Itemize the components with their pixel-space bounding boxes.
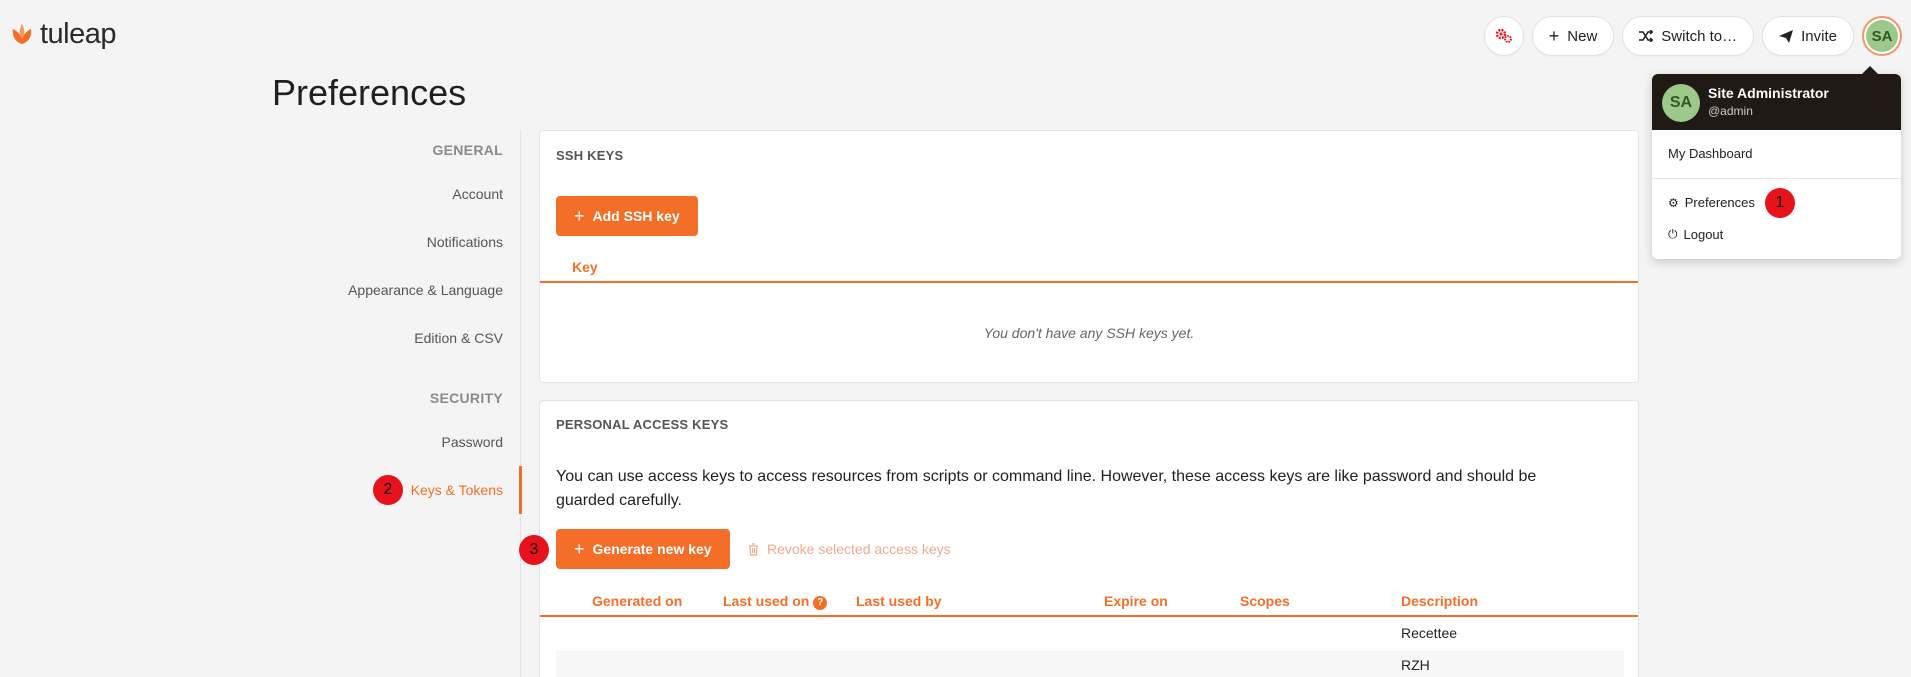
- plus-icon: +: [574, 539, 585, 559]
- gears-icon: [1495, 28, 1512, 43]
- site-admin-button[interactable]: [1483, 16, 1524, 56]
- sidebar-divider: [520, 130, 521, 677]
- dropdown-avatar: SA: [1662, 84, 1700, 122]
- add-ssh-key-label: Add SSH key: [592, 208, 680, 224]
- ssh-keys-table-header: Key: [540, 253, 1638, 283]
- column-last-used-on-label: Last used on: [723, 593, 810, 609]
- generate-new-key-button[interactable]: + Generate new key: [556, 529, 730, 569]
- switch-to-button[interactable]: Switch to…: [1622, 16, 1755, 56]
- sidebar-item-notifications[interactable]: Notifications: [427, 234, 503, 250]
- user-menu-button[interactable]: SA: [1862, 16, 1902, 56]
- plus-icon: +: [1548, 26, 1560, 46]
- help-icon[interactable]: ?: [813, 596, 828, 610]
- table-row-description: RZH: [1401, 657, 1430, 673]
- access-keys-table-header: Generated on Last used on? Last used by …: [540, 587, 1638, 617]
- user-login: @admin: [1708, 104, 1753, 118]
- menu-divider: [1652, 178, 1901, 179]
- table-row-description: Recettee: [1401, 625, 1458, 641]
- new-label: New: [1567, 27, 1598, 45]
- tuleap-logo[interactable]: tuleap: [10, 16, 117, 52]
- ssh-keys-title: SSH KEYS: [556, 148, 624, 163]
- annotation-marker-3: 3: [519, 535, 549, 565]
- invite-button[interactable]: Invite: [1762, 16, 1854, 56]
- column-generated-on: Generated on: [592, 593, 683, 609]
- switch-to-label: Switch to…: [1661, 27, 1738, 45]
- column-scopes: Scopes: [1240, 593, 1290, 609]
- sidebar-item-account[interactable]: Account: [452, 186, 503, 202]
- logout-label: Logout: [1683, 227, 1724, 242]
- avatar: SA: [1866, 20, 1898, 52]
- sidebar-item-keys-tokens[interactable]: Keys & Tokens: [411, 482, 503, 498]
- gear-icon: ⚙: [1668, 195, 1679, 210]
- power-icon: ⏻: [1668, 227, 1678, 241]
- column-last-used-on: Last used on?: [723, 593, 828, 610]
- column-expire-on: Expire on: [1104, 593, 1168, 609]
- page-title: Preferences: [272, 72, 467, 113]
- my-dashboard-label: My Dashboard: [1668, 146, 1753, 161]
- menu-item-preferences[interactable]: ⚙ Preferences: [1668, 195, 1755, 210]
- sidebar-heading-general: GENERAL: [432, 142, 503, 158]
- table-row-striped: [556, 651, 1624, 677]
- user-dropdown-menu: SA Site Administrator @admin My Dashboar…: [1652, 66, 1901, 259]
- column-description: Description: [1401, 593, 1479, 609]
- personal-access-keys-card: PERSONAL ACCESS KEYS You can use access …: [539, 400, 1639, 677]
- invite-label: Invite: [1801, 27, 1837, 45]
- user-dropdown-header: SA Site Administrator @admin: [1652, 74, 1901, 130]
- paper-plane-icon: [1779, 29, 1794, 43]
- menu-item-logout[interactable]: ⏻ Logout: [1668, 227, 1723, 242]
- sidebar-item-password[interactable]: Password: [442, 434, 503, 450]
- personal-access-keys-intro: You can use access keys to access resour…: [556, 468, 1537, 509]
- preferences-sidebar: GENERAL Account Notifications Appearance…: [0, 130, 522, 677]
- preferences-label: Preferences: [1684, 195, 1755, 210]
- tuleap-flower-icon: [12, 24, 32, 44]
- trash-icon: [749, 542, 758, 556]
- sidebar-item-edition-csv[interactable]: Edition & CSV: [414, 330, 503, 346]
- annotation-marker-2: 2: [373, 475, 403, 505]
- plus-icon: +: [574, 206, 585, 226]
- shuffle-icon: [1639, 30, 1654, 42]
- new-button[interactable]: + New: [1531, 16, 1615, 56]
- ssh-keys-card: SSH KEYS + Add SSH key Key You don't hav…: [539, 130, 1639, 383]
- sidebar-active-indicator: [519, 466, 522, 514]
- column-key: Key: [572, 259, 598, 275]
- sidebar-heading-security: SECURITY: [429, 390, 503, 406]
- menu-item-my-dashboard[interactable]: My Dashboard: [1668, 146, 1753, 161]
- ssh-keys-empty-message: You don't have any SSH keys yet.: [983, 325, 1195, 341]
- personal-access-keys-title: PERSONAL ACCESS KEYS: [556, 417, 729, 432]
- add-ssh-key-button[interactable]: + Add SSH key: [556, 196, 698, 236]
- sidebar-item-appearance-language[interactable]: Appearance & Language: [348, 282, 503, 298]
- top-bar: + New Switch to… Invite SA: [1483, 16, 1902, 56]
- annotation-marker-1: 1: [1765, 188, 1795, 218]
- generate-new-key-label: Generate new key: [592, 541, 712, 557]
- column-last-used-by: Last used by: [856, 593, 942, 609]
- revoke-selected-keys-button[interactable]: Revoke selected access keys: [748, 541, 951, 557]
- logo-text: tuleap: [40, 17, 117, 50]
- user-real-name: Site Administrator: [1708, 85, 1829, 101]
- revoke-selected-keys-label: Revoke selected access keys: [767, 541, 951, 557]
